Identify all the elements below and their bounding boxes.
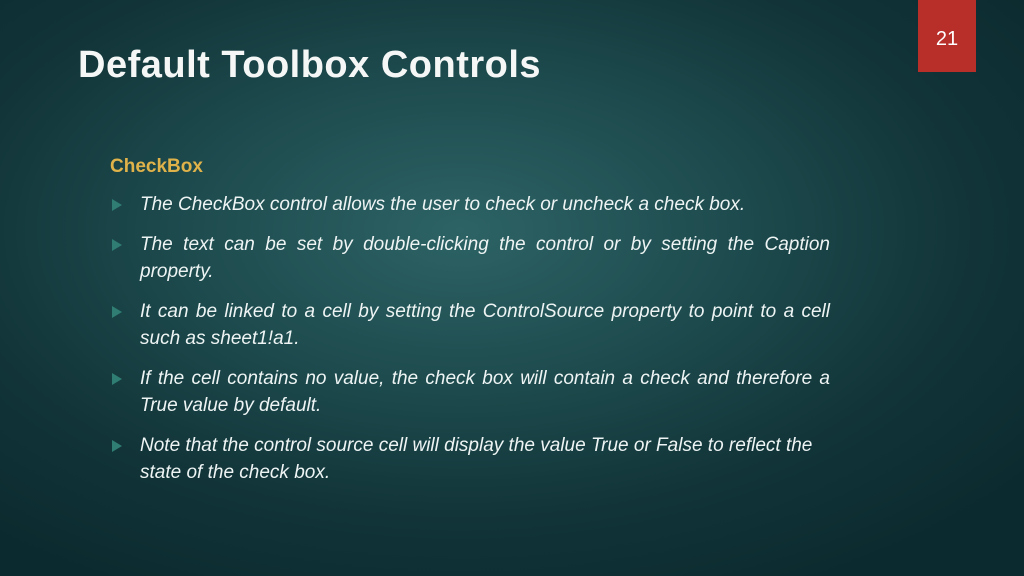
page-number: 21 — [936, 28, 958, 51]
list-item: The text can be set by double-clicking t… — [110, 232, 830, 286]
section-heading: CheckBox — [110, 156, 830, 178]
list-item: The CheckBox control allows the user to … — [110, 192, 830, 219]
slide-title: Default Toolbox Controls — [78, 44, 541, 87]
list-item: It can be linked to a cell by setting th… — [110, 299, 830, 353]
list-item: If the cell contains no value, the check… — [110, 366, 830, 420]
page-number-badge: 21 — [918, 0, 976, 72]
content-area: CheckBox The CheckBox control allows the… — [110, 156, 830, 500]
list-item: Note that the control source cell will d… — [110, 433, 830, 487]
bullet-list: The CheckBox control allows the user to … — [110, 192, 830, 487]
